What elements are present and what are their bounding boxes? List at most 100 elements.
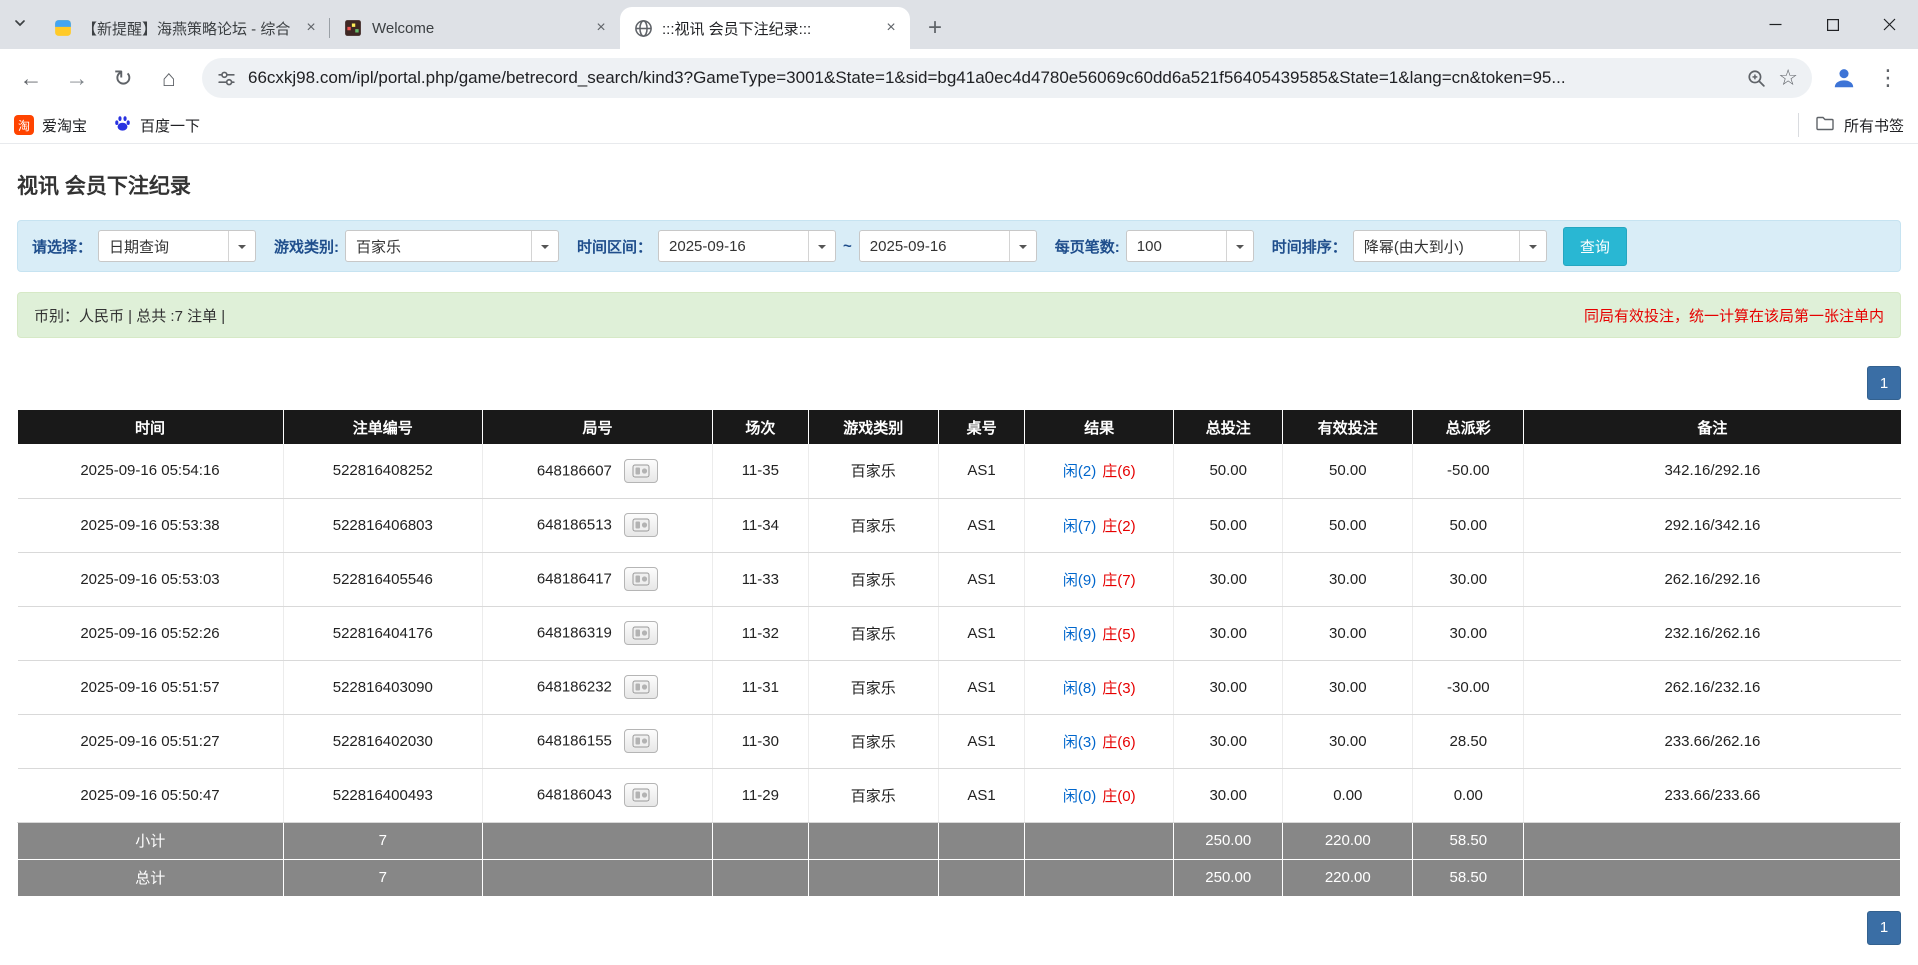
site-settings-icon[interactable] — [216, 68, 237, 89]
cell-session: 11-30 — [712, 714, 808, 768]
cell-total-bet[interactable]: 30.00 — [1174, 768, 1283, 822]
browser-window: 【新提醒】海燕策略论坛 - 综合 × Welcome × :::视讯 会员下注纪… — [0, 0, 1918, 144]
total-total-bet: 250.00 — [1174, 859, 1283, 896]
tab-forum[interactable]: 【新提醒】海燕策略论坛 - 综合 × — [40, 7, 330, 49]
cell-note: 292.16/342.16 — [1524, 498, 1901, 552]
col-round: 局号 — [483, 410, 713, 444]
cell-valid-bet: 30.00 — [1283, 606, 1413, 660]
cell-table: AS1 — [938, 714, 1025, 768]
close-tab-icon[interactable]: × — [300, 17, 322, 39]
video-replay-button[interactable] — [624, 567, 658, 591]
date-to-select[interactable]: 2025-09-16 — [859, 230, 1037, 262]
back-button[interactable]: ← — [10, 57, 52, 99]
globe-icon — [633, 18, 653, 38]
video-replay-button[interactable] — [624, 459, 658, 483]
col-total-bet: 总投注 — [1174, 410, 1283, 444]
per-page-select[interactable]: 100 — [1126, 230, 1254, 262]
cell-game-type: 百家乐 — [808, 768, 938, 822]
cell-table: AS1 — [938, 444, 1025, 498]
tab-bet-records[interactable]: :::视讯 会员下注纪录::: × — [620, 7, 910, 49]
cell-result: 闲(0)庄(0) — [1025, 768, 1174, 822]
cell-session: 11-35 — [712, 444, 808, 498]
subtotal-total-bet: 250.00 — [1174, 822, 1283, 859]
cell-note: 233.66/233.66 — [1524, 768, 1901, 822]
col-table: 桌号 — [938, 410, 1025, 444]
cell-total-bet[interactable]: 30.00 — [1174, 552, 1283, 606]
all-bookmarks-label: 所有书签 — [1844, 115, 1904, 136]
url-text: 66cxkj98.com/ipl/portal.php/game/betreco… — [248, 68, 1735, 88]
page-1-button[interactable]: 1 — [1867, 366, 1901, 400]
per-page-label: 每页笔数: — [1055, 236, 1120, 257]
query-mode-select[interactable]: 日期查询 — [98, 230, 256, 262]
video-replay-button[interactable] — [624, 513, 658, 537]
tab-search-button[interactable] — [0, 0, 40, 49]
bookmark-baidu[interactable]: 百度一下 — [113, 114, 200, 137]
cell-table: AS1 — [938, 498, 1025, 552]
cell-round: 648186155 — [483, 714, 713, 768]
video-replay-button[interactable] — [624, 621, 658, 645]
chevron-down-icon[interactable] — [1519, 231, 1546, 261]
cell-round: 648186319 — [483, 606, 713, 660]
table-footer: 小计 7 250.00 220.00 58.50 总计 7 250.00 220… — [18, 822, 1901, 896]
taobao-icon: 淘 — [14, 115, 34, 135]
reload-button[interactable]: ↻ — [102, 57, 144, 99]
video-replay-button[interactable] — [624, 783, 658, 807]
summary-bar: 币别：人民币 | 总共 :7 注单 | 同局有效投注，统一计算在该局第一张注单内 — [17, 292, 1901, 338]
new-tab-button[interactable]: + — [918, 11, 952, 45]
cell-result: 闲(2)庄(6) — [1025, 444, 1174, 498]
zoom-icon[interactable] — [1746, 68, 1767, 89]
profile-avatar[interactable] — [1824, 58, 1864, 98]
game-type-select[interactable]: 百家乐 — [345, 230, 559, 262]
tab-welcome[interactable]: Welcome × — [330, 7, 620, 49]
close-tab-icon[interactable]: × — [880, 17, 902, 39]
close-window-button[interactable] — [1861, 0, 1918, 49]
cell-bet-id: 522816402030 — [283, 714, 483, 768]
video-replay-button[interactable] — [624, 729, 658, 753]
close-tab-icon[interactable]: × — [590, 17, 612, 39]
cell-time: 2025-09-16 05:54:16 — [18, 444, 284, 498]
table-row: 2025-09-16 05:51:27 522816402030 6481861… — [18, 714, 1901, 768]
bookmarks-bar: 淘 爱淘宝 百度一下 所有书签 — [0, 107, 1918, 144]
cell-total-bet[interactable]: 30.00 — [1174, 660, 1283, 714]
tab-title: :::视讯 会员下注纪录::: — [662, 18, 871, 39]
maximize-button[interactable] — [1804, 0, 1861, 49]
search-button[interactable]: 查询 — [1563, 227, 1627, 266]
col-time: 时间 — [18, 410, 284, 444]
sort-order-select[interactable]: 降幂(由大到小) — [1353, 230, 1547, 262]
cell-payout: 0.00 — [1413, 768, 1524, 822]
total-count: 7 — [283, 859, 483, 896]
cell-total-bet[interactable]: 30.00 — [1174, 714, 1283, 768]
chevron-down-icon[interactable] — [1226, 231, 1253, 261]
bookmark-aitaobao[interactable]: 淘 爱淘宝 — [14, 115, 87, 136]
cell-payout: 30.00 — [1413, 552, 1524, 606]
cell-session: 11-34 — [712, 498, 808, 552]
forward-button[interactable]: → — [56, 57, 98, 99]
pagination-bottom: 1 — [17, 911, 1901, 945]
chevron-down-icon[interactable] — [808, 231, 835, 261]
cell-bet-id: 522816408252 — [283, 444, 483, 498]
table-row: 2025-09-16 05:51:57 522816403090 6481862… — [18, 660, 1901, 714]
cell-game-type: 百家乐 — [808, 552, 938, 606]
browser-menu-icon[interactable]: ⋮ — [1868, 58, 1908, 98]
cell-round: 648186417 — [483, 552, 713, 606]
minimize-button[interactable] — [1747, 0, 1804, 49]
baidu-paw-icon — [113, 114, 132, 137]
url-bar[interactable]: 66cxkj98.com/ipl/portal.php/game/betreco… — [202, 58, 1812, 98]
chevron-down-icon[interactable] — [1009, 231, 1036, 261]
cell-session: 11-32 — [712, 606, 808, 660]
all-bookmarks-button[interactable]: 所有书签 — [1798, 113, 1904, 137]
home-button[interactable]: ⌂ — [148, 57, 190, 99]
cell-total-bet[interactable]: 50.00 — [1174, 444, 1283, 498]
page-title: 视讯 会员下注纪录 — [17, 170, 1901, 200]
bookmark-star-icon[interactable]: ☆ — [1778, 65, 1798, 91]
cell-total-bet[interactable]: 50.00 — [1174, 498, 1283, 552]
chevron-down-icon[interactable] — [531, 231, 558, 261]
page-1-button[interactable]: 1 — [1867, 911, 1901, 945]
chevron-down-icon[interactable] — [228, 231, 255, 261]
date-from-select[interactable]: 2025-09-16 — [658, 230, 836, 262]
cell-note: 233.66/262.16 — [1524, 714, 1901, 768]
window-controls — [1747, 0, 1918, 49]
valid-bet-notice: 同局有效投注，统一计算在该局第一张注单内 — [1584, 305, 1884, 326]
video-replay-button[interactable] — [624, 675, 658, 699]
cell-total-bet[interactable]: 30.00 — [1174, 606, 1283, 660]
